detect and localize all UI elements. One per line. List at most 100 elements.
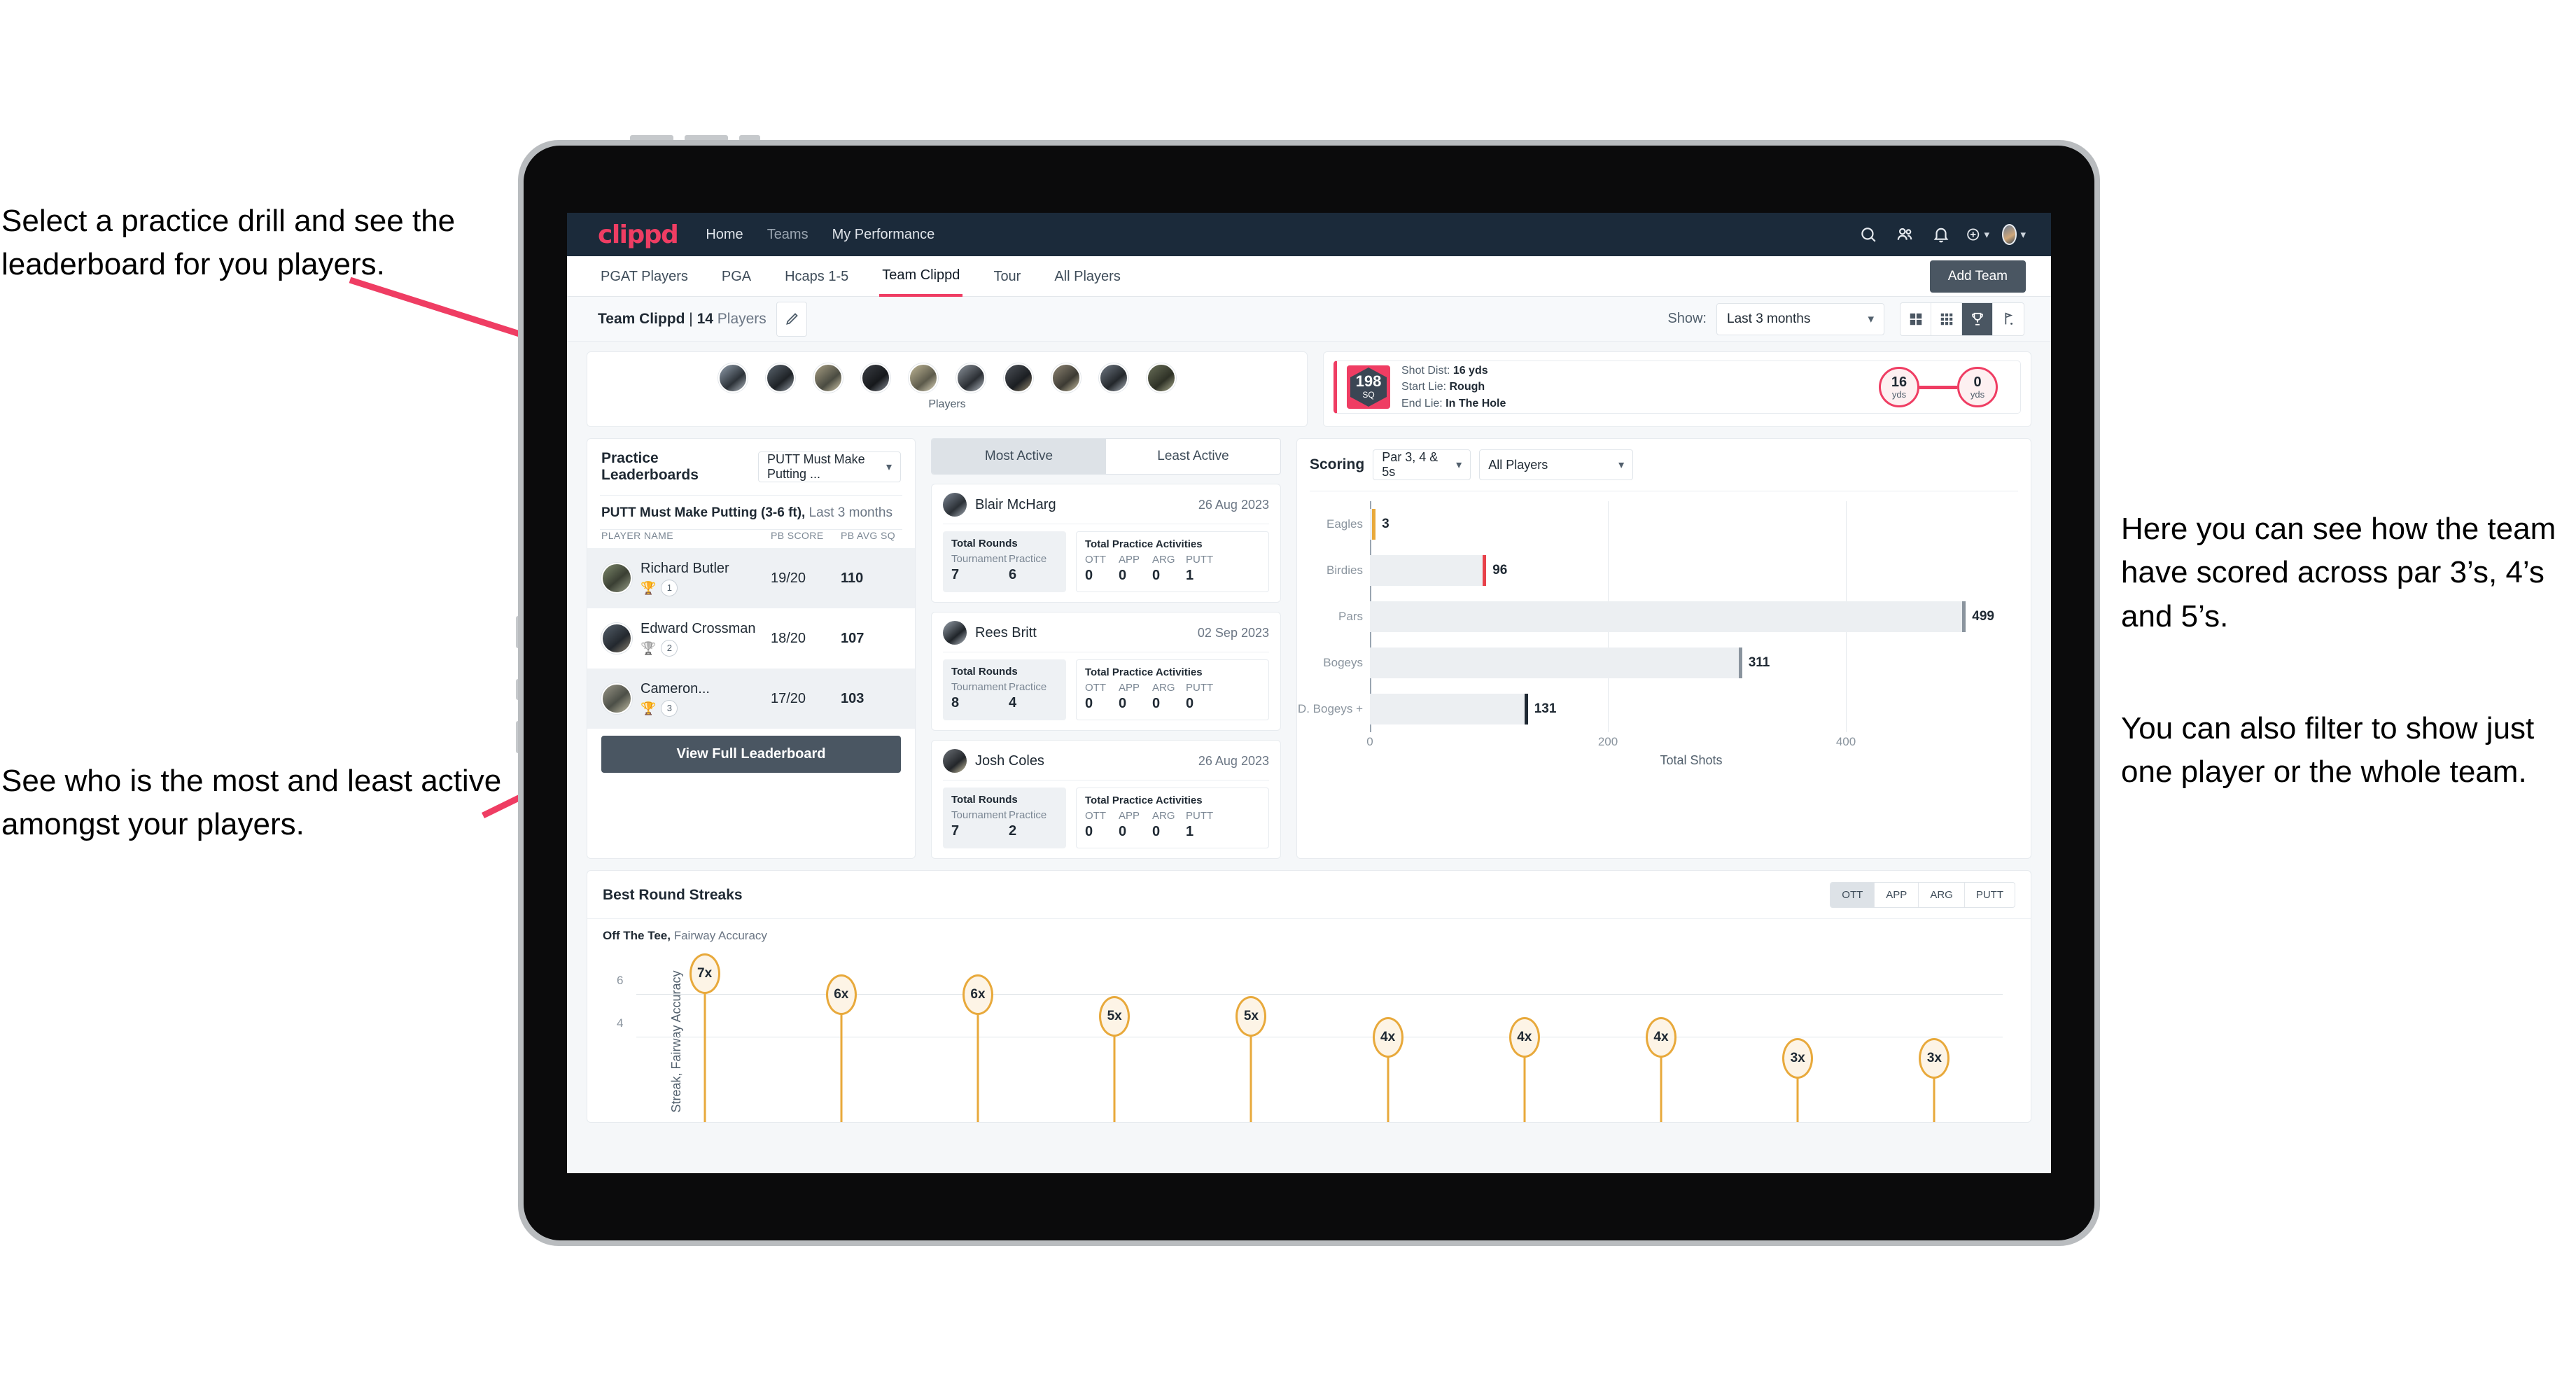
- scoring-x-tick: 200: [1597, 735, 1618, 748]
- table-row[interactable]: Edward Crossman 🏆 2 18/20 107: [587, 608, 915, 668]
- avatar[interactable]: [1099, 363, 1128, 393]
- grid-small-icon[interactable]: [1931, 302, 1962, 335]
- scoring-bar-cap: [1962, 601, 1966, 632]
- nav-link-my-performance[interactable]: My Performance: [832, 227, 935, 243]
- trophy-icon: 🏆: [640, 580, 657, 595]
- column-pb-score: PB SCORE: [771, 530, 824, 541]
- total-rounds-box: Total Rounds Tournament Practice 7 6: [943, 531, 1066, 592]
- avatar[interactable]: [766, 363, 795, 393]
- clippd-logo[interactable]: clippd: [598, 220, 679, 249]
- shot-distance-diagram: 16 yds 0 yds: [1879, 367, 2010, 407]
- practice-col-arg: ARG: [1152, 682, 1175, 694]
- best-round-streaks-card: Best Round Streaks OTT APP ARG PUTT Off …: [587, 870, 2031, 1123]
- nav-link-home[interactable]: Home: [706, 227, 743, 243]
- tablet-device-frame: clippd Home Teams My Performance ▾ ▾ PGA…: [518, 140, 2100, 1246]
- tab-pga[interactable]: PGA: [719, 258, 754, 295]
- view-full-leaderboard-button[interactable]: View Full Leaderboard: [601, 736, 901, 773]
- practice-arg-value: 0: [1152, 696, 1161, 711]
- trophy-icon[interactable]: [1962, 302, 1993, 335]
- scoring-bar-value: 499: [1972, 609, 1994, 624]
- scoring-title: Scoring: [1310, 456, 1365, 472]
- practice-app-value: 0: [1119, 824, 1127, 839]
- chevron-down-icon: ▾: [1456, 459, 1462, 471]
- practice-col-ott: OTT: [1085, 810, 1106, 822]
- leaderboard-period: Last 3 months: [808, 505, 892, 520]
- avatar[interactable]: [861, 363, 890, 393]
- avatar[interactable]: [813, 363, 843, 393]
- total-rounds-label: Total Rounds: [951, 538, 1018, 550]
- tab-all-players[interactable]: All Players: [1051, 258, 1123, 295]
- avatar[interactable]: [1004, 363, 1033, 393]
- tab-hcaps-1-5[interactable]: Hcaps 1-5: [782, 258, 851, 295]
- pencil-icon[interactable]: [776, 301, 807, 337]
- scoring-category-label: Birdies: [1326, 564, 1363, 577]
- streaks-category-toggle: OTT APP ARG PUTT: [1830, 882, 2015, 908]
- rounds-practice-value: 2: [1009, 823, 1017, 839]
- end-distance-value: 0: [1973, 374, 1982, 390]
- tab-tour[interactable]: Tour: [990, 258, 1023, 295]
- avatar[interactable]: [1147, 363, 1176, 393]
- scoring-x-tick: 0: [1366, 735, 1373, 748]
- sq-value: 198: [1355, 372, 1382, 390]
- streaks-y-tick: 4: [617, 1016, 624, 1030]
- avatar[interactable]: [718, 363, 748, 393]
- scoring-bar-value: 131: [1534, 701, 1557, 716]
- total-practice-label: Total Practice Activities: [1085, 794, 1203, 806]
- avatar[interactable]: [956, 363, 986, 393]
- people-icon[interactable]: [1893, 223, 1917, 246]
- tab-pgat-players[interactable]: PGAT Players: [598, 258, 691, 295]
- tab-least-active[interactable]: Least Active: [1106, 439, 1280, 474]
- streaks-tab-app[interactable]: APP: [1875, 883, 1919, 907]
- shot-quality-card: 198 SQ Shot Dist: 16 yds Start Lie: Roug…: [1323, 351, 2031, 427]
- tab-team-clippd[interactable]: Team Clippd: [879, 256, 963, 297]
- activity-card[interactable]: Josh Coles 26 Aug 2023 Total Rounds Tour…: [931, 740, 1281, 859]
- streaks-tab-putt[interactable]: PUTT: [1965, 883, 2015, 907]
- show-period-select[interactable]: Last 3 months ▾: [1716, 302, 1884, 335]
- avatar-icon[interactable]: ▾: [2002, 223, 2026, 246]
- player-filter-select[interactable]: All Players ▾: [1479, 449, 1634, 480]
- plus-circle-icon[interactable]: ▾: [1966, 223, 1989, 246]
- rank-badge: 3: [661, 699, 678, 717]
- start-lie-label: Start Lie:: [1401, 381, 1447, 393]
- grid-large-icon[interactable]: [1900, 302, 1931, 335]
- total-rounds-box: Total Rounds Tournament Practice 8 4: [943, 659, 1066, 720]
- scoring-x-axis: 0 200 400: [1366, 732, 2012, 753]
- practice-ott-value: 0: [1085, 824, 1093, 839]
- total-rounds-label: Total Rounds: [951, 666, 1018, 678]
- annotation-select-drill: Select a practice drill and see the lead…: [1, 204, 456, 282]
- table-row[interactable]: Cameron... 🏆 3 17/20 103: [587, 668, 915, 729]
- avatar[interactable]: [909, 363, 938, 393]
- add-team-button[interactable]: Add Team: [1929, 260, 2026, 293]
- player-name: Blair McHarg: [975, 496, 1056, 512]
- streaks-y-tick: 6: [617, 974, 624, 988]
- chevron-down-icon: ▾: [2020, 229, 2026, 241]
- bell-icon[interactable]: [1929, 223, 1953, 246]
- flag-icon[interactable]: [1993, 303, 2024, 335]
- streaks-stem: [704, 974, 706, 1122]
- shot-details: Shot Dist: 16 yds Start Lie: Rough End L…: [1401, 363, 1506, 412]
- table-row[interactable]: Richard Butler 🏆 1 19/20 110: [587, 548, 915, 608]
- rounds-col-practice: Practice: [1009, 553, 1047, 565]
- practice-putt-value: 1: [1186, 824, 1194, 839]
- drill-select[interactable]: PUTT Must Make Putting ... ▾: [757, 451, 901, 482]
- team-toolbar: Team Clippd | 14 Players Show: Last 3 mo…: [567, 297, 2051, 342]
- end-lie-label: End Lie:: [1401, 397, 1443, 410]
- scoring-chart: Eagles 3 Birdies 96 Pars 499 Bogeys 311 D. Bogey…: [1297, 491, 2031, 858]
- practice-arg-value: 0: [1152, 824, 1161, 839]
- streaks-tab-ott[interactable]: OTT: [1830, 883, 1875, 907]
- activity-card[interactable]: Rees Britt 02 Sep 2023 Total Rounds Tour…: [931, 612, 1281, 731]
- search-icon[interactable]: [1856, 223, 1880, 246]
- tab-most-active[interactable]: Most Active: [932, 439, 1106, 474]
- scoring-bar-row: Birdies 96: [1326, 555, 2012, 586]
- avatar[interactable]: [1051, 363, 1081, 393]
- rounds-practice-value: 4: [1009, 695, 1017, 710]
- drill-select-value: PUTT Must Make Putting ...: [766, 452, 865, 481]
- activity-card[interactable]: Blair McHarg 26 Aug 2023 Total Rounds To…: [931, 484, 1281, 603]
- streaks-tab-arg[interactable]: ARG: [1919, 883, 1965, 907]
- avatar: [601, 683, 632, 714]
- par-filter-select[interactable]: Par 3, 4 & 5s ▾: [1373, 449, 1471, 480]
- nav-link-teams[interactable]: Teams: [767, 227, 808, 243]
- total-rounds-box: Total Rounds Tournament Practice 7 2: [943, 788, 1066, 848]
- scoring-category-label: Bogeys: [1323, 656, 1363, 669]
- streaks-bubble: 4x: [1372, 1016, 1404, 1058]
